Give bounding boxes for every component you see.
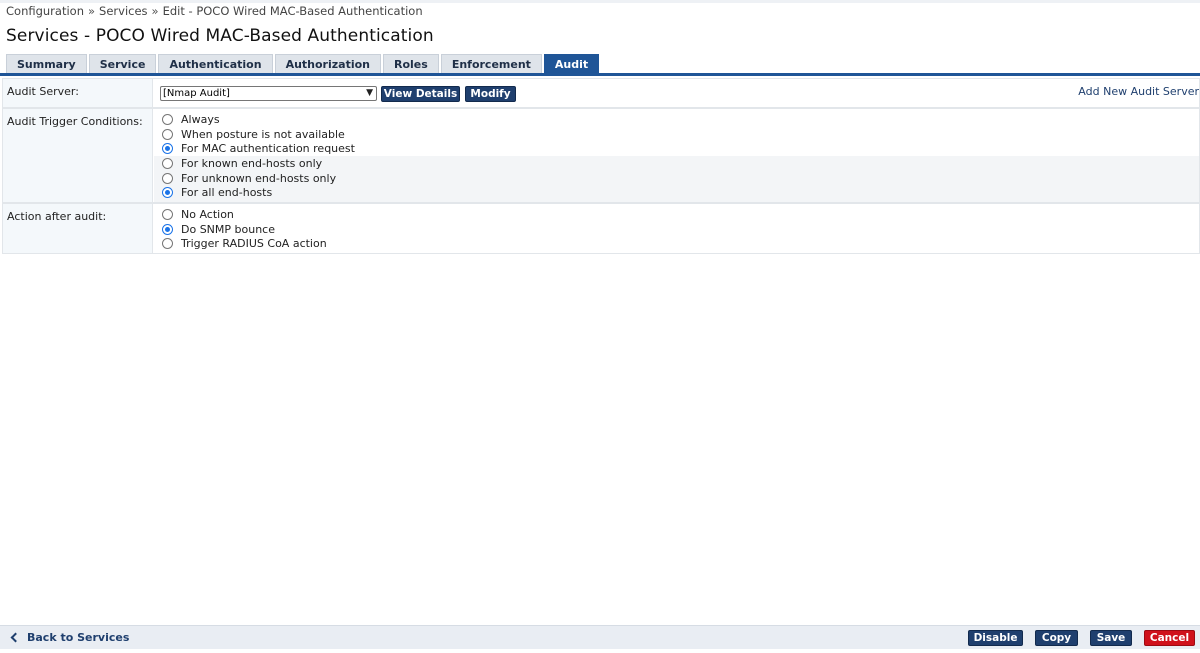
trigger-option-mac-auth-request[interactable]: For MAC authentication request — [162, 141, 355, 155]
option-label: For all end-hosts — [181, 185, 273, 199]
breadcrumb-separator: » — [88, 4, 96, 18]
trigger-option-known-end-hosts[interactable]: For known end-hosts only — [162, 156, 322, 170]
action-after-audit-value: No Action Do SNMP bounce Trigger RADIUS … — [154, 204, 1199, 253]
option-label: Always — [181, 112, 220, 126]
tab-enforcement[interactable]: Enforcement — [440, 54, 542, 73]
audit-server-value: [Nmap Audit] ▼ View Details Modify Add N… — [154, 79, 1199, 107]
save-button[interactable]: Save — [1090, 630, 1132, 646]
radio-button-selected[interactable] — [162, 142, 173, 154]
breadcrumb-item-services[interactable]: Services — [99, 4, 148, 18]
breadcrumb-item-configuration[interactable]: Configuration — [6, 4, 84, 18]
option-label: For unknown end-hosts only — [181, 171, 337, 185]
top-border — [0, 0, 1200, 3]
tab-audit[interactable]: Audit — [543, 54, 600, 73]
radio-button[interactable] — [162, 113, 173, 125]
action-option-no-action[interactable]: No Action — [162, 207, 234, 221]
radio-button[interactable] — [162, 157, 173, 169]
trigger-conditions-label: Audit Trigger Conditions: — [3, 109, 153, 202]
copy-button[interactable]: Copy — [1035, 630, 1078, 646]
radio-button-selected[interactable] — [162, 186, 173, 198]
action-after-audit-row: Action after audit: No Action Do SNMP bo… — [2, 203, 1200, 254]
trigger-conditions-row: Audit Trigger Conditions: Always When po… — [2, 108, 1200, 203]
audit-server-row: Audit Server: [Nmap Audit] ▼ View Detail… — [2, 78, 1200, 108]
tab-underline — [0, 73, 1200, 76]
audit-server-select[interactable]: [Nmap Audit] ▼ — [160, 86, 377, 101]
chevron-down-icon: ▼ — [366, 88, 373, 98]
trigger-option-always[interactable]: Always — [162, 112, 220, 126]
action-after-audit-label: Action after audit: — [3, 204, 153, 253]
tab-service[interactable]: Service — [88, 54, 157, 73]
footer-bar: Back to Services Disable Copy Save Cance… — [0, 625, 1200, 649]
disable-button[interactable]: Disable — [968, 630, 1023, 646]
action-option-radius-coa[interactable]: Trigger RADIUS CoA action — [162, 236, 327, 250]
trigger-conditions-value: Always When posture is not available For… — [154, 109, 1199, 202]
radio-button[interactable] — [162, 172, 173, 184]
audit-server-label: Audit Server: — [3, 79, 153, 107]
breadcrumb: Configuration» Services» Edit - POCO Wired… — [6, 4, 423, 18]
cancel-button[interactable]: Cancel — [1144, 630, 1195, 646]
trigger-option-all-end-hosts[interactable]: For all end-hosts — [162, 185, 272, 199]
add-new-audit-server-link[interactable]: Add New Audit Server — [1078, 85, 1199, 98]
radio-button[interactable] — [162, 128, 173, 140]
back-label: Back to Services — [27, 631, 130, 644]
radio-button[interactable] — [162, 237, 173, 249]
option-label: For known end-hosts only — [181, 156, 323, 170]
breadcrumb-item-current: Edit - POCO Wired MAC-Based Authenticati… — [162, 4, 423, 18]
page-title: Services - POCO Wired MAC-Based Authenti… — [6, 26, 434, 46]
trigger-option-unknown-end-hosts[interactable]: For unknown end-hosts only — [162, 171, 336, 185]
view-details-button[interactable]: View Details — [381, 86, 460, 102]
tab-authentication[interactable]: Authentication — [158, 54, 273, 73]
option-label: No Action — [181, 207, 234, 221]
tab-authorization[interactable]: Authorization — [274, 54, 381, 73]
breadcrumb-separator: » — [151, 4, 159, 18]
back-to-services-link[interactable]: Back to Services — [10, 631, 129, 644]
option-label: Do SNMP bounce — [181, 222, 275, 236]
option-label: When posture is not available — [181, 127, 345, 141]
modify-button[interactable]: Modify — [465, 86, 516, 102]
option-label: Trigger RADIUS CoA action — [181, 236, 327, 250]
trigger-option-posture-not-available[interactable]: When posture is not available — [162, 127, 345, 141]
option-label: For MAC authentication request — [181, 141, 355, 155]
radio-button-selected[interactable] — [162, 223, 173, 235]
tab-summary[interactable]: Summary — [6, 54, 87, 73]
audit-server-selected-value: [Nmap Audit] — [163, 88, 230, 99]
tab-bar: Summary Service Authentication Authoriza… — [6, 54, 601, 73]
radio-button[interactable] — [162, 208, 173, 220]
tab-roles[interactable]: Roles — [383, 54, 439, 73]
action-option-snmp-bounce[interactable]: Do SNMP bounce — [162, 222, 275, 236]
chevron-left-icon — [10, 632, 21, 643]
